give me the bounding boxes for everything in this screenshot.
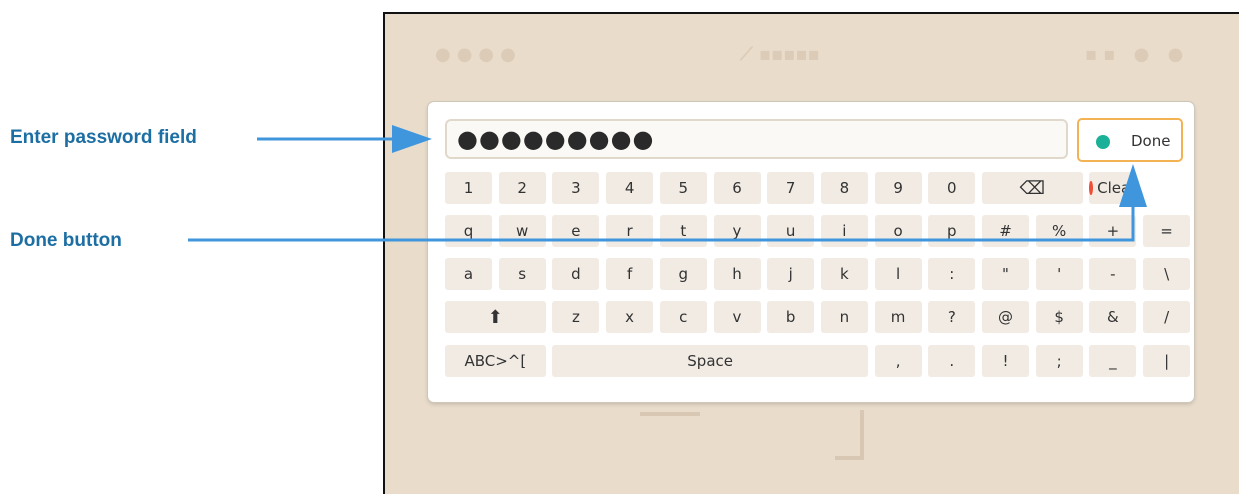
keyboard-key[interactable]: 0 [928, 172, 976, 204]
background-mark [640, 412, 700, 416]
keyboard-key[interactable]: z [552, 301, 600, 333]
symbols-toggle-key[interactable]: ABC>^[ [445, 345, 546, 377]
keyboard-key[interactable]: i [820, 215, 868, 247]
keyboard-key[interactable]: , [874, 345, 922, 377]
keyboard-key[interactable]: g [659, 258, 707, 290]
keyboard-key[interactable]: 6 [713, 172, 761, 204]
keyboard-key[interactable]: p [928, 215, 976, 247]
keyboard-key[interactable]: 9 [874, 172, 922, 204]
keyboard-key[interactable]: u [767, 215, 815, 247]
keyboard-key[interactable]: v [713, 301, 761, 333]
keyboard-key[interactable]: ? [928, 301, 976, 333]
keyboard-key[interactable]: j [767, 258, 815, 290]
keyboard-key[interactable]: d [552, 258, 600, 290]
password-input[interactable]: ●●●●●●●●● [445, 119, 1068, 159]
keyboard-key[interactable]: o [874, 215, 922, 247]
clear-key-label: Clear [1097, 179, 1137, 197]
keyboard-key[interactable]: 1 [445, 172, 492, 204]
keyboard-key[interactable]: " [982, 258, 1029, 290]
keyboard-key[interactable]: 8 [820, 172, 868, 204]
keyboard-key[interactable]: q [445, 215, 492, 247]
done-button[interactable]: Done [1077, 118, 1183, 162]
done-button-label: Done [1131, 132, 1171, 150]
keyboard-key[interactable]: e [552, 215, 600, 247]
keyboard-key[interactable]: k [820, 258, 868, 290]
status-center: ⟋ ▪▪▪▪▪ [740, 44, 820, 65]
background-mark [860, 410, 864, 460]
space-key[interactable]: Space [552, 345, 868, 377]
keyboard-key[interactable]: - [1089, 258, 1137, 290]
keyboard-key[interactable]: = [1143, 215, 1191, 247]
keyboard-key[interactable]: + [1089, 215, 1137, 247]
keyboard-key[interactable]: n [820, 301, 868, 333]
status-left: ●●●● [435, 44, 522, 65]
status-bar: ●●●● ⟋ ▪▪▪▪▪ ▪▪ ● ● [385, 14, 1239, 94]
keyboard-key[interactable]: 3 [552, 172, 600, 204]
keyboard-key[interactable]: f [606, 258, 654, 290]
keyboard-key[interactable]: y [713, 215, 761, 247]
keyboard-key[interactable]: % [1035, 215, 1083, 247]
keyboard-key[interactable]: ! [982, 345, 1029, 377]
keyboard-key[interactable]: a [445, 258, 492, 290]
keyboard-key[interactable]: 5 [659, 172, 707, 204]
keyboard-key[interactable]: b [767, 301, 815, 333]
keyboard-key[interactable]: $ [1035, 301, 1083, 333]
keyboard-key[interactable]: _ [1089, 345, 1137, 377]
keyboard-key[interactable]: 2 [498, 172, 546, 204]
keyboard-key[interactable]: c [659, 301, 707, 333]
status-right: ▪▪ ● ● [1085, 44, 1190, 65]
keyboard-key[interactable]: m [874, 301, 922, 333]
keyboard-key[interactable]: . [928, 345, 976, 377]
keyboard-key[interactable]: 4 [606, 172, 654, 204]
keyboard-key[interactable]: s [498, 258, 546, 290]
keyboard-key[interactable]: # [982, 215, 1029, 247]
keyboard-key[interactable]: ; [1035, 345, 1083, 377]
keyboard-key[interactable]: w [498, 215, 546, 247]
backspace-key[interactable]: ⌫ [982, 172, 1083, 204]
keyboard-key[interactable]: | [1143, 345, 1191, 377]
keyboard-key[interactable]: @ [982, 301, 1029, 333]
keyboard-key[interactable]: h [713, 258, 761, 290]
keyboard-key[interactable]: r [606, 215, 654, 247]
callout-done-button: Done button [10, 230, 122, 251]
keyboard-key[interactable]: & [1089, 301, 1137, 333]
keyboard-key[interactable]: / [1143, 301, 1191, 333]
clear-status-icon [1089, 181, 1094, 195]
callout-password-field: Enter password field [10, 127, 197, 148]
shift-key[interactable]: ⬆ [445, 301, 546, 333]
clear-key[interactable]: Clear [1089, 172, 1137, 204]
keyboard-key[interactable]: ' [1035, 258, 1083, 290]
background-mark [835, 456, 864, 460]
keyboard-key[interactable]: \ [1143, 258, 1191, 290]
keyboard-key[interactable]: t [659, 215, 707, 247]
done-status-icon [1096, 135, 1110, 149]
keyboard-key[interactable]: 7 [767, 172, 815, 204]
keyboard-key[interactable]: l [874, 258, 922, 290]
keyboard-key[interactable]: : [928, 258, 976, 290]
keyboard-key[interactable]: x [606, 301, 654, 333]
